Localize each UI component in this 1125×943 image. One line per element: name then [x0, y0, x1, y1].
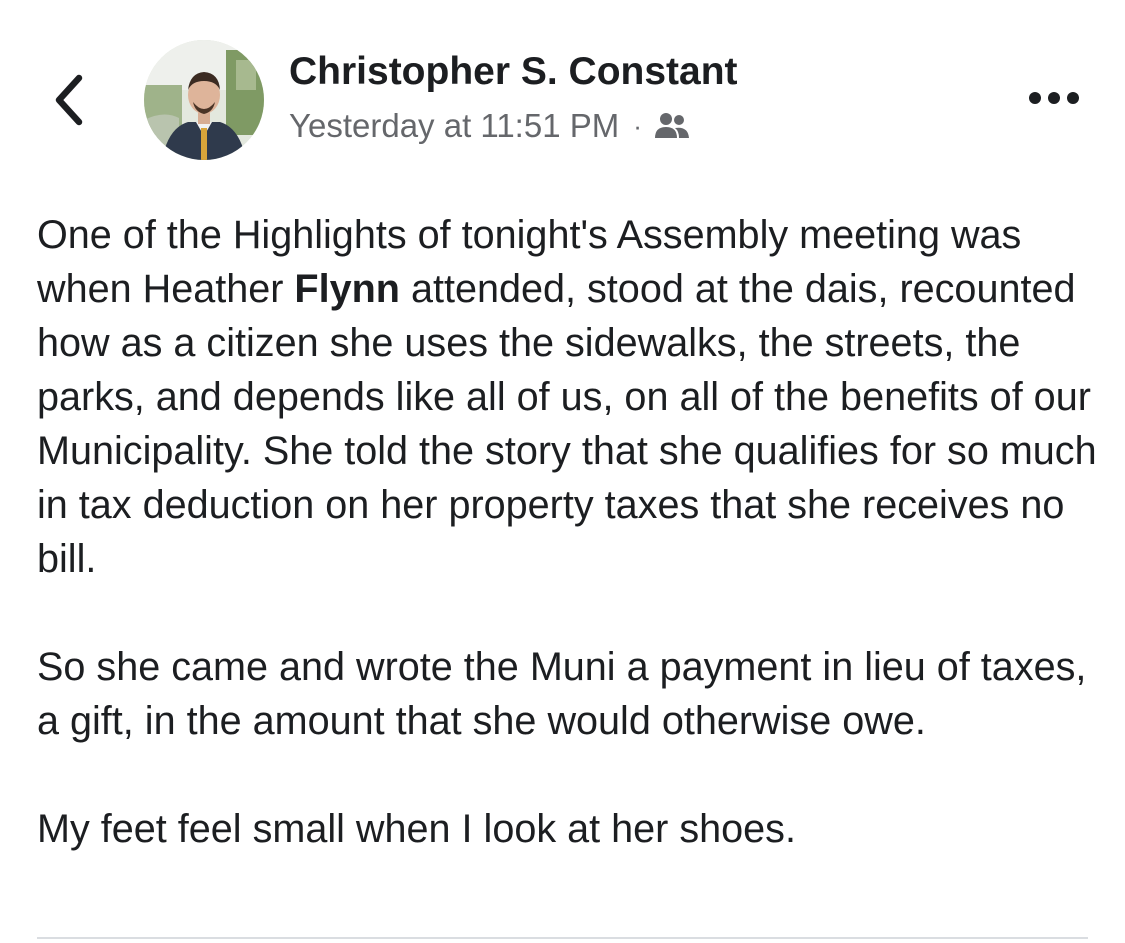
chevron-left-icon [55, 74, 83, 126]
back-button[interactable] [44, 68, 94, 132]
more-horizontal-icon [1029, 92, 1079, 104]
post-header: Christopher S. Constant Yesterday at 11:… [0, 0, 1125, 175]
divider [37, 937, 1088, 939]
more-options-button[interactable] [1024, 80, 1084, 116]
post-body: One of the Highlights of tonight's Assem… [37, 208, 1107, 856]
friends-icon[interactable] [654, 111, 690, 141]
avatar[interactable] [144, 40, 264, 160]
post-meta: Yesterday at 11:51 PM · [289, 106, 690, 146]
meta-separator: · [633, 110, 642, 141]
post-paragraph: One of the Highlights of tonight's Assem… [37, 208, 1107, 586]
paragraph-text: attended, stood at the dais, recounted h… [37, 267, 1097, 581]
tagged-name[interactable]: Flynn [294, 267, 400, 311]
author-name[interactable]: Christopher S. Constant [289, 50, 738, 94]
profile-photo [144, 40, 264, 160]
post-paragraph: My feet feel small when I look at her sh… [37, 807, 796, 851]
timestamp[interactable]: Yesterday at 11:51 PM [289, 107, 619, 145]
post-paragraph: So she came and wrote the Muni a payment… [37, 645, 1087, 743]
